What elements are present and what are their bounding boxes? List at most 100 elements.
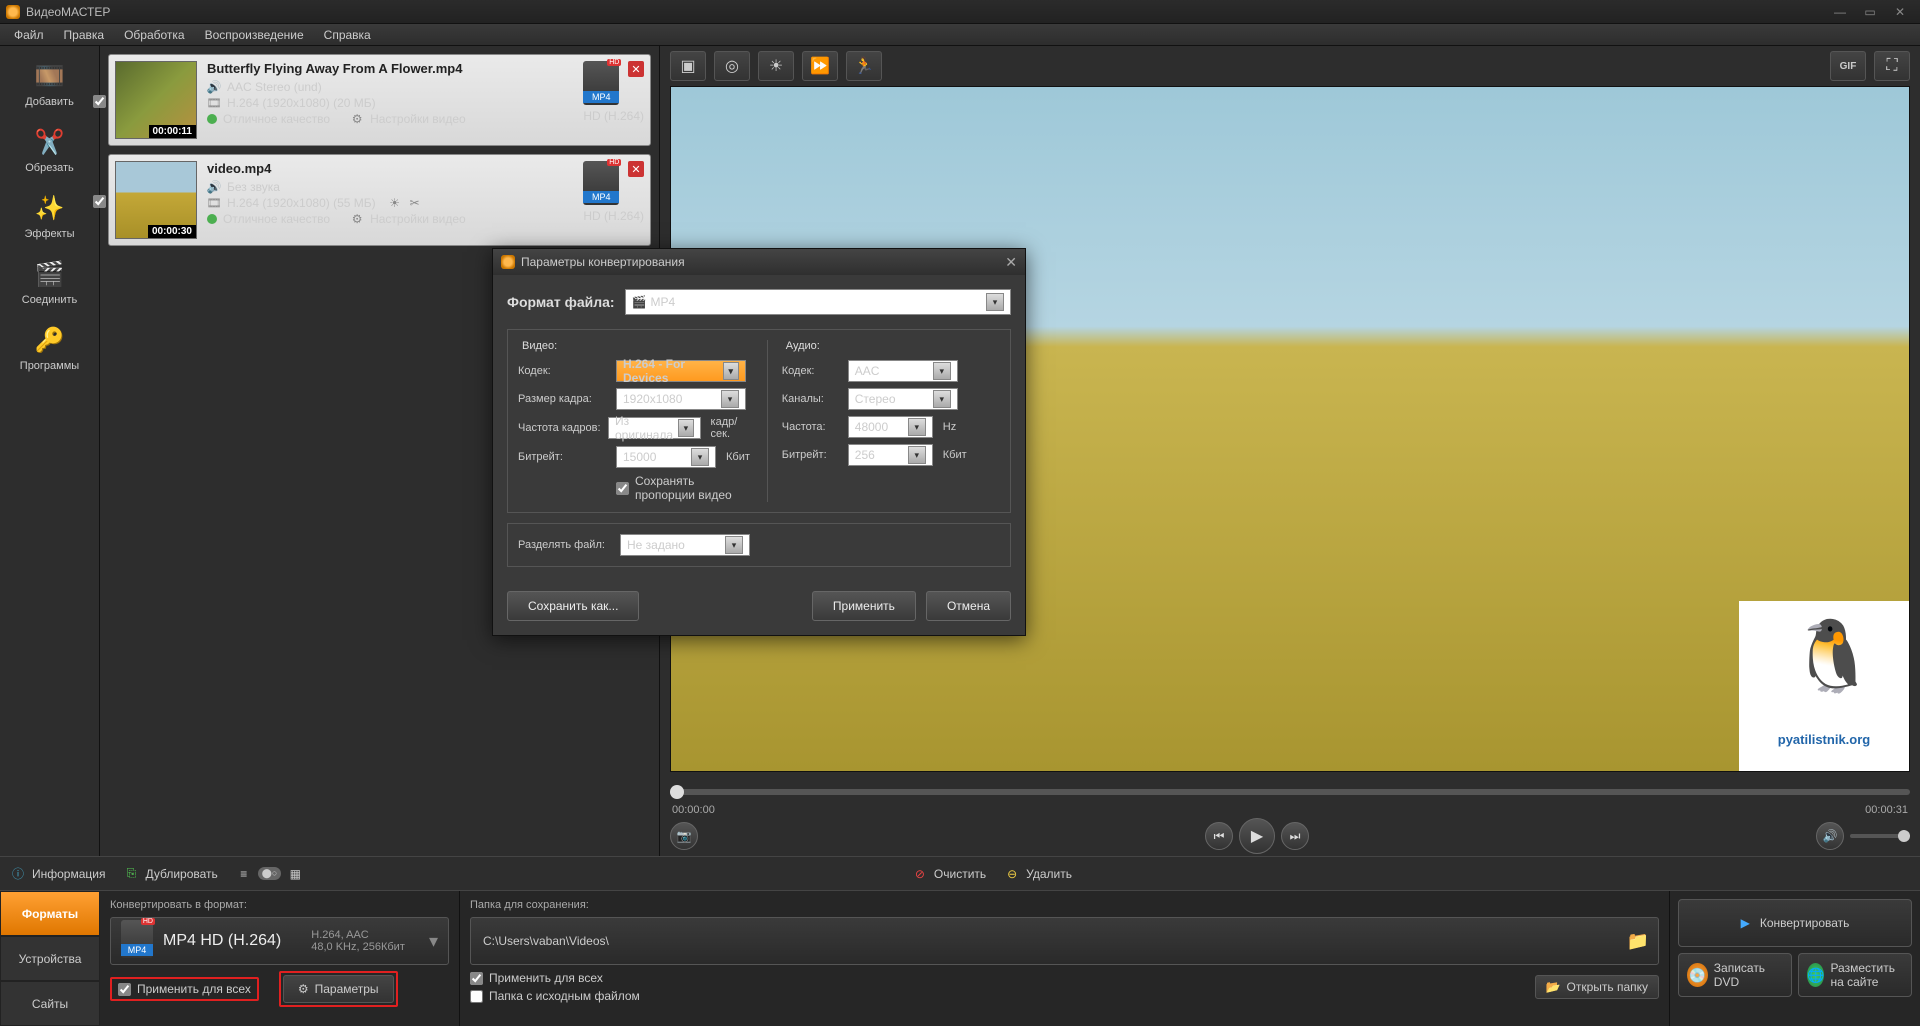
next-button[interactable]: ⏭: [1281, 822, 1309, 850]
snapshot-button[interactable]: 📷: [670, 822, 698, 850]
gear-icon: ⚙: [350, 212, 364, 226]
convert-button[interactable]: ▶Конвертировать: [1678, 899, 1912, 947]
play-button[interactable]: ▶: [1239, 818, 1275, 854]
close-button[interactable]: ✕: [1886, 3, 1914, 21]
file-checkbox[interactable]: [93, 195, 106, 208]
dialog-close-button[interactable]: ✕: [1005, 254, 1017, 271]
watermark: pyatilistnik.org: [1739, 601, 1909, 771]
volume-slider[interactable]: [1850, 834, 1910, 838]
clear-button[interactable]: ⊘Очистить: [912, 866, 986, 882]
freq-select[interactable]: 48000▾: [848, 416, 933, 438]
brightness-button[interactable]: ☀: [758, 51, 794, 81]
programs-button[interactable]: 🔑Программы: [4, 318, 95, 378]
chevron-down-icon: ▾: [678, 419, 693, 437]
video-codec-select[interactable]: H.264 - For Devices▾: [616, 360, 746, 382]
split-select[interactable]: Не задано▾: [620, 534, 750, 556]
menu-process[interactable]: Обработка: [114, 25, 195, 45]
burn-dvd-button[interactable]: 💿Записать DVD: [1678, 953, 1792, 997]
chevron-down-icon: ▾: [691, 448, 709, 466]
save-panel: Папка для сохранения: C:\Users\vaban\Vid…: [460, 891, 1670, 1026]
frame-size-select[interactable]: 1920x1080▾: [616, 388, 746, 410]
join-button[interactable]: 🎬Соединить: [4, 252, 95, 312]
file-checkbox[interactable]: [93, 95, 106, 108]
duration-badge: 00:00:30: [148, 225, 196, 238]
open-folder-button[interactable]: 📂Открыть папку: [1535, 975, 1659, 999]
apply-all-2-checkbox[interactable]: Применить для всех: [470, 971, 640, 985]
audio-bitrate-select[interactable]: 256▾: [848, 444, 933, 466]
audio-info: AAC Stereo (und): [227, 80, 322, 94]
gif-button[interactable]: GIF: [1830, 51, 1866, 81]
tab-devices[interactable]: Устройства: [0, 936, 100, 981]
trim-button[interactable]: ✂️Обрезать: [4, 120, 95, 180]
duplicate-button[interactable]: ⎘Дублировать: [123, 866, 217, 882]
keep-aspect-checkbox[interactable]: Сохранять пропорции видео: [616, 474, 753, 502]
menu-playback[interactable]: Воспроизведение: [195, 25, 314, 45]
channels-select[interactable]: Стерео▾: [848, 388, 958, 410]
view-toggle[interactable]: ≡⬤○▦: [236, 866, 304, 882]
prev-button[interactable]: ⏮: [1205, 822, 1233, 850]
tab-formats[interactable]: Форматы: [0, 891, 100, 936]
settings-link[interactable]: Настройки видео: [370, 212, 466, 226]
browse-folder-button[interactable]: 📁: [1624, 927, 1652, 955]
apply-all-checkbox[interactable]: Применить для всех: [110, 977, 259, 1001]
menu-edit[interactable]: Правка: [54, 25, 115, 45]
volume-knob[interactable]: [1898, 830, 1910, 842]
fullscreen-button[interactable]: ⛶: [1874, 51, 1910, 81]
format-name: MP4 HD (H.264): [163, 932, 281, 950]
titlebar: ВидеоМАСТЕР — ▭ ✕: [0, 0, 1920, 24]
app-icon: [501, 255, 515, 269]
menu-help[interactable]: Справка: [314, 25, 381, 45]
save-as-button[interactable]: Сохранить как...: [507, 591, 639, 621]
save-path[interactable]: C:\Users\vaban\Videos\📁: [470, 917, 1659, 965]
file-item[interactable]: 00:00:11 Butterfly Flying Away From A Fl…: [108, 54, 651, 146]
time-total: 00:00:31: [1865, 804, 1908, 816]
file-thumbnail: 00:00:30: [115, 161, 197, 239]
remove-file-button[interactable]: ✕: [628, 61, 644, 77]
fps-label: Частота кадров:: [518, 422, 602, 434]
seek-knob[interactable]: [670, 785, 684, 799]
menu-file[interactable]: Файл: [4, 25, 54, 45]
cancel-button[interactable]: Отмена: [926, 591, 1011, 621]
file-format-select[interactable]: 🎬MP4▾: [625, 289, 1011, 315]
tab-sites[interactable]: Сайты: [0, 981, 100, 1026]
upload-button[interactable]: 🌐Разместить на сайте: [1798, 953, 1912, 997]
crop-button[interactable]: ▣: [670, 51, 706, 81]
chevron-down-icon: ▾: [723, 362, 739, 380]
add-button[interactable]: 🎞️Добавить: [4, 54, 95, 114]
file-item[interactable]: 00:00:30 video.mp4 🔊Без звука 🎞H.264 (19…: [108, 154, 651, 246]
run-button[interactable]: 🏃: [846, 51, 882, 81]
enhance-button[interactable]: ◎: [714, 51, 750, 81]
video-bitrate-select[interactable]: 15000▾: [616, 446, 716, 468]
remove-file-button[interactable]: ✕: [628, 161, 644, 177]
chevron-down-icon: ▾: [933, 362, 951, 380]
delete-button[interactable]: ⊖Удалить: [1004, 866, 1072, 882]
mute-button[interactable]: 🔊: [1816, 822, 1844, 850]
seek-track[interactable]: [670, 789, 1910, 795]
maximize-button[interactable]: ▭: [1856, 3, 1884, 21]
add-label: Добавить: [25, 96, 74, 108]
audio-codec-select[interactable]: AAC▾: [848, 360, 958, 382]
minimize-button[interactable]: —: [1826, 3, 1854, 21]
params-button[interactable]: ⚙Параметры: [283, 975, 394, 1003]
settings-link[interactable]: Настройки видео: [370, 112, 466, 126]
video-heading: Видео:: [522, 340, 753, 352]
file-title: video.mp4: [207, 161, 573, 176]
app-title: ВидеоМАСТЕР: [26, 5, 110, 19]
quality-text: Отличное качество: [223, 112, 330, 126]
speed-button[interactable]: ⏩: [802, 51, 838, 81]
source-folder-checkbox[interactable]: Папка с исходным файлом: [470, 989, 640, 1003]
sparkle-icon: ✨: [34, 192, 66, 224]
dialog-titlebar[interactable]: Параметры конвертирования ✕: [493, 249, 1025, 275]
fps-select[interactable]: Из оригинала▾: [608, 417, 701, 439]
effects-button[interactable]: ✨Эффекты: [4, 186, 95, 246]
split-label: Разделять файл:: [518, 539, 610, 551]
chevron-down-icon: ▾: [725, 536, 743, 554]
preview-toolbar: ▣ ◎ ☀ ⏩ 🏃 GIF ⛶: [660, 46, 1920, 86]
apply-button[interactable]: Применить: [812, 591, 916, 621]
info-button[interactable]: ⓘИнформация: [10, 866, 105, 882]
format-label: HD (H.264): [583, 209, 644, 223]
list-icon: ≡: [236, 866, 252, 882]
format-selector[interactable]: HD MP4 HD (H.264) H.264, AAC 48,0 KHz, 2…: [110, 917, 449, 965]
audio-info: Без звука: [227, 180, 280, 194]
chevron-down-icon: ▾: [986, 293, 1004, 311]
